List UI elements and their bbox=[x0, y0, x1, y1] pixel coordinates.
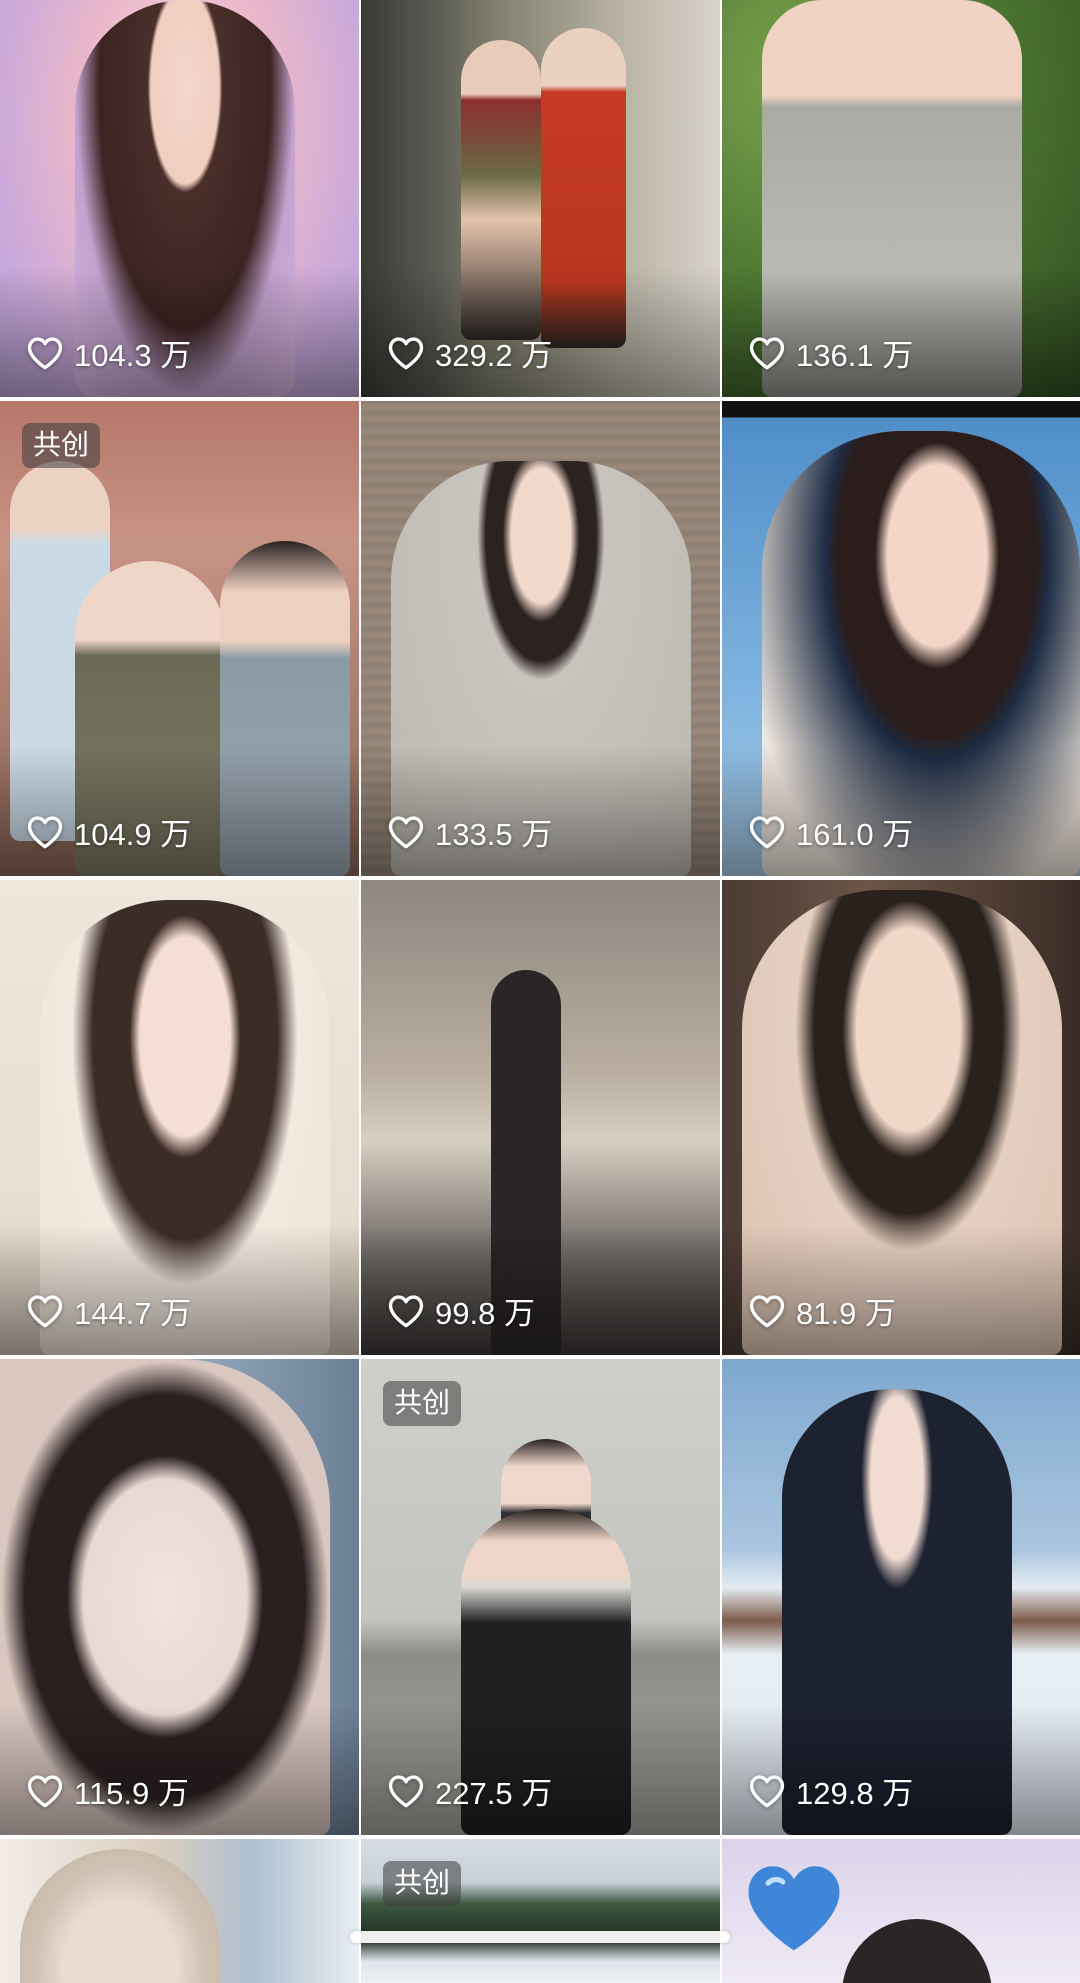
like-count: 129.8 万 bbox=[748, 1768, 913, 1813]
home-indicator[interactable] bbox=[350, 1931, 730, 1943]
heart-icon bbox=[27, 1774, 63, 1807]
video-grid: 104.3 万 329.2 万 136.1 万 共创 104.9 万 133.5… bbox=[0, 0, 1080, 1983]
video-tile[interactable]: 共创 227.5 万 bbox=[361, 1359, 720, 1835]
heart-icon bbox=[749, 1294, 785, 1327]
video-tile[interactable]: 104.3 万 bbox=[0, 0, 359, 397]
like-count: 136.1 万 bbox=[748, 330, 913, 375]
video-tile[interactable]: 161.0 万 bbox=[722, 401, 1080, 876]
like-count-text: 144.7 万 bbox=[74, 1296, 192, 1331]
heart-icon bbox=[388, 336, 424, 369]
like-count-text: 129.8 万 bbox=[796, 1776, 914, 1811]
like-count: 115.9 万 bbox=[26, 1768, 189, 1813]
video-tile[interactable]: 136.1 万 bbox=[722, 0, 1080, 397]
video-tile[interactable] bbox=[0, 1839, 359, 1983]
heart-icon bbox=[388, 1294, 424, 1327]
video-tile[interactable]: 81.9 万 bbox=[722, 880, 1080, 1355]
like-count: 104.9 万 bbox=[26, 809, 191, 854]
like-count-text: 161.0 万 bbox=[796, 817, 914, 852]
heart-icon bbox=[749, 336, 785, 369]
heart-icon bbox=[388, 1774, 424, 1807]
like-count-text: 227.5 万 bbox=[435, 1776, 553, 1811]
like-count: 144.7 万 bbox=[26, 1288, 191, 1333]
video-tile[interactable]: 115.9 万 bbox=[0, 1359, 359, 1835]
video-tile[interactable]: 133.5 万 bbox=[361, 401, 720, 876]
collab-badge: 共创 bbox=[22, 423, 101, 468]
video-tile[interactable]: 329.2 万 bbox=[361, 0, 720, 397]
blue-heart-icon bbox=[748, 1866, 840, 1951]
like-count: 133.5 万 bbox=[387, 809, 552, 854]
heart-icon bbox=[27, 1294, 63, 1327]
like-count-text: 104.3 万 bbox=[74, 338, 192, 373]
heart-icon bbox=[27, 336, 63, 369]
heart-icon bbox=[388, 815, 424, 848]
like-count-text: 81.9 万 bbox=[796, 1296, 896, 1331]
like-count: 161.0 万 bbox=[748, 809, 913, 854]
video-tile[interactable]: 共创 104.9 万 bbox=[0, 401, 359, 876]
like-count: 99.8 万 bbox=[387, 1288, 535, 1333]
heart-icon bbox=[749, 1774, 785, 1807]
like-count: 227.5 万 bbox=[387, 1768, 552, 1813]
video-tile[interactable]: 共创 bbox=[361, 1839, 720, 1983]
like-count-text: 329.2 万 bbox=[435, 338, 553, 373]
video-tile[interactable]: 99.8 万 bbox=[361, 880, 720, 1355]
like-count-text: 136.1 万 bbox=[796, 338, 914, 373]
like-count: 81.9 万 bbox=[748, 1288, 896, 1333]
heart-icon bbox=[27, 815, 63, 848]
collab-badge: 共创 bbox=[383, 1861, 462, 1906]
like-count-text: 115.9 万 bbox=[74, 1776, 189, 1811]
heart-icon bbox=[749, 815, 785, 848]
like-count-text: 133.5 万 bbox=[435, 817, 553, 852]
video-tile[interactable]: 144.7 万 bbox=[0, 880, 359, 1355]
video-tile[interactable]: 129.8 万 bbox=[722, 1359, 1080, 1835]
video-tile[interactable] bbox=[722, 1839, 1080, 1983]
like-count: 104.3 万 bbox=[26, 330, 191, 375]
like-count: 329.2 万 bbox=[387, 330, 552, 375]
collab-badge: 共创 bbox=[383, 1381, 462, 1426]
like-count-text: 99.8 万 bbox=[435, 1296, 535, 1331]
like-count-text: 104.9 万 bbox=[74, 817, 192, 852]
